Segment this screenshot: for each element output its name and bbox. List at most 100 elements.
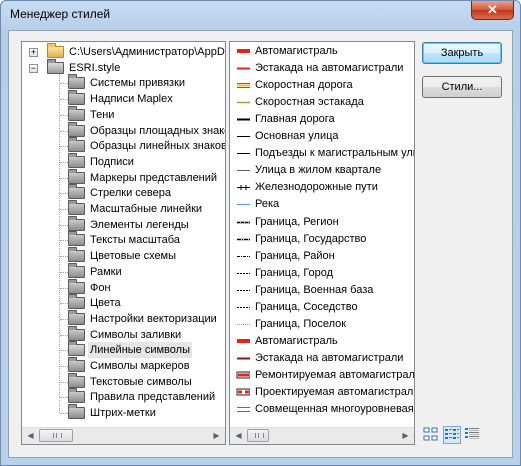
line-symbol-swatch-icon (237, 407, 250, 413)
tree-item-label: ESRI.style (69, 61, 121, 74)
symbol-list-item[interactable]: Улица в жилом квартале (230, 162, 414, 178)
tree-horizontal-scrollbar[interactable]: ◀ ▶ (22, 427, 225, 444)
tree-item-19[interactable]: Символы маркеров (60, 357, 225, 374)
close-icon: ✕ (487, 2, 498, 17)
folder-icon (68, 278, 85, 294)
symbol-list-item[interactable]: Река (230, 196, 414, 212)
tree-item-label: Настройки векторизации (90, 312, 217, 325)
tree-item-label: Надписи Maplex (90, 93, 173, 106)
tree-item-20[interactable]: Текстовые символы (60, 372, 225, 390)
tree-item-6[interactable]: Подписи (60, 152, 225, 170)
expand-icon[interactable]: + (29, 48, 38, 57)
folder-icon (68, 247, 85, 263)
scroll-thumb[interactable] (247, 429, 269, 442)
close-window-button[interactable]: ✕ (471, 1, 514, 20)
folder-icon (68, 152, 85, 168)
symbol-label: Проектируемая автомагистраль (255, 386, 415, 398)
open-folder-icon (68, 341, 85, 357)
symbol-list-item[interactable]: Автомагистраль (230, 333, 414, 349)
folder-icon (68, 325, 85, 341)
tree-item-9[interactable]: Масштабные линейки (60, 200, 225, 217)
symbol-list-item[interactable]: Скоростная дорога (230, 77, 414, 93)
symbol-list-item[interactable]: Граница, Район (230, 248, 414, 264)
tree-item-12[interactable]: Цветовые схемы (60, 247, 225, 264)
collapse-icon[interactable]: − (29, 63, 38, 73)
symbol-label: Граница, Соседство (255, 300, 358, 313)
tree-item-1[interactable]: Системы привязки (60, 74, 225, 91)
symbol-label: Граница, Город (255, 266, 334, 279)
tree-item-5[interactable]: Образцы линейных знаков (60, 137, 225, 154)
symbol-list[interactable]: Автомагистраль Эстакада на автомагистрали… (229, 41, 415, 445)
tree-item-label: Штрих-метки (90, 407, 156, 420)
symbol-list-item[interactable]: Граница, Соседство (230, 299, 414, 315)
tree-item-selected[interactable]: Линейные символы (60, 341, 225, 359)
scroll-right-arrow-icon[interactable]: ▶ (208, 428, 225, 444)
symbol-label: Главная дорога (255, 113, 335, 126)
tree-item-3[interactable]: Тени (60, 105, 225, 123)
scroll-right-arrow-icon[interactable]: ▶ (397, 428, 414, 444)
tree-item-15[interactable]: Цвета (60, 294, 225, 311)
symbol-list-item[interactable]: Автомагистраль (230, 43, 414, 59)
tree-item-label: Подписи (90, 155, 134, 168)
tree-item-label: Фон (90, 281, 111, 294)
tree-item-label: Цвета (90, 297, 121, 310)
scroll-left-arrow-icon[interactable]: ◀ (230, 428, 247, 444)
tree-item-13[interactable]: Рамки (60, 262, 225, 280)
tree-item-2[interactable]: Надписи Maplex (60, 90, 225, 107)
style-tree[interactable]: C:\Users\Администратор\AppD + ESRI.style − С… (21, 41, 226, 445)
tree-item-21[interactable]: Правила представлений (60, 388, 225, 405)
list-horizontal-scrollbar[interactable]: ◀ ▶ (230, 427, 414, 444)
folder-icon (68, 404, 85, 420)
tree-item-14[interactable]: Фон (60, 278, 225, 296)
large-icons-view-button[interactable] (422, 426, 440, 444)
line-symbol-swatch-icon (237, 255, 250, 257)
list-view-button[interactable] (443, 426, 461, 444)
tree-item-10[interactable]: Элементы легенды (60, 215, 225, 233)
tree-item-label: Цветовые схемы (90, 250, 177, 263)
symbol-list-item[interactable]: Эстакада на автомагистрали (230, 60, 414, 76)
tree-item-style-file[interactable]: ESRI.style − (29, 58, 225, 76)
symbol-list-item[interactable]: Совмещенная многоуровневая д (230, 401, 414, 417)
symbol-list-item[interactable]: Граница, Государство (230, 231, 414, 247)
symbol-list-item[interactable]: Граница, Военная база (230, 282, 414, 298)
details-view-icon (465, 428, 479, 439)
symbol-list-item[interactable]: Скоростная эстакада (230, 94, 414, 110)
tree-item-7[interactable]: Маркеры представлений (60, 168, 225, 186)
line-symbol-swatch-icon (237, 83, 250, 89)
symbol-list-item[interactable]: Граница, Поселок (230, 316, 414, 332)
title-bar[interactable]: Менеджер стилей ✕ (1, 1, 520, 29)
symbol-list-item[interactable]: Проектируемая автомагистраль (230, 384, 414, 400)
line-symbol-swatch-icon (236, 388, 250, 396)
symbol-list-item[interactable]: Ремонтируемая автомагистраль (230, 367, 414, 383)
line-symbol-swatch-icon (237, 170, 250, 172)
symbol-list-item[interactable]: Главная дорога (230, 111, 414, 127)
tree-item-22[interactable]: Штрих-метки (60, 404, 225, 421)
scroll-left-arrow-icon[interactable]: ◀ (22, 428, 39, 444)
symbol-label: Улица в жилом квартале (255, 164, 382, 177)
symbol-list-item[interactable]: Железнодорожные пути (230, 179, 414, 195)
scroll-thumb[interactable] (39, 429, 73, 442)
symbol-label: Эстакада на автомагистрали (255, 351, 404, 364)
tree-item-label: Стрелки севера (90, 187, 171, 200)
tree-item-8[interactable]: Стрелки севера (60, 184, 225, 201)
tree-item-11[interactable]: Тексты масштаба (60, 231, 225, 248)
styles-button[interactable]: Стили... (422, 76, 502, 98)
tree-item-label: Текстовые символы (90, 375, 192, 388)
symbol-list-item[interactable]: Граница, Город (230, 265, 414, 281)
symbol-label: Совмещенная многоуровневая д (255, 403, 415, 416)
close-button[interactable]: Закрыть (422, 42, 502, 64)
symbol-list-item[interactable]: Подъезды к магистральным ули (230, 145, 414, 161)
tree-item-root-folder[interactable]: C:\Users\Администратор\AppD + (29, 43, 225, 60)
symbol-list-item[interactable]: Граница, Регион (230, 214, 414, 230)
tree-item-17[interactable]: Символы заливки (60, 325, 225, 343)
tree-item-label: Образцы площадных знаков (90, 124, 226, 137)
details-view-button[interactable] (464, 426, 482, 444)
dialog-body: C:\Users\Администратор\AppD + ESRI.style − С… (8, 30, 513, 458)
symbol-label: Скоростная эстакада (255, 96, 364, 109)
tree-item-4[interactable]: Образцы площадных знаков (60, 121, 226, 139)
symbol-list-item[interactable]: Основная улица (230, 128, 414, 144)
tree-item-label: Тексты масштаба (90, 234, 180, 247)
symbol-list-item[interactable]: Эстакада на автомагистрали (230, 350, 414, 366)
tree-item-16[interactable]: Настройки векторизации (60, 309, 225, 327)
symbol-label: Основная улица (255, 130, 339, 143)
